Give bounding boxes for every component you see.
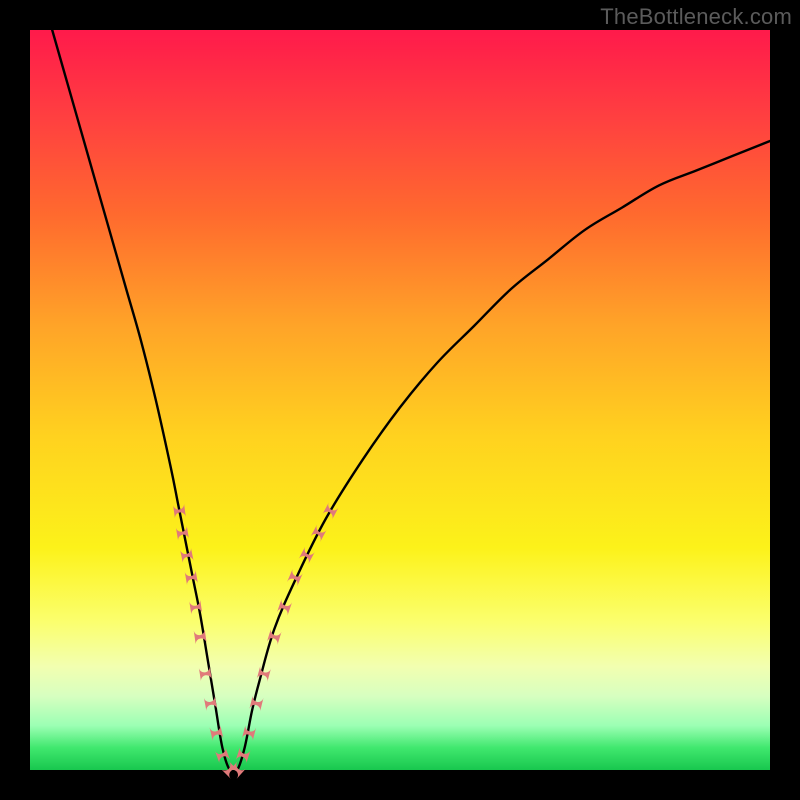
- data-marker: [299, 547, 315, 565]
- chart-frame: TheBottleneck.com: [0, 0, 800, 800]
- bottleneck-curve: [52, 30, 770, 773]
- watermark-text: TheBottleneck.com: [600, 4, 792, 30]
- data-marker: [322, 502, 338, 520]
- data-marker: [310, 524, 326, 542]
- chart-svg: [30, 30, 770, 770]
- plot-area: [30, 30, 770, 770]
